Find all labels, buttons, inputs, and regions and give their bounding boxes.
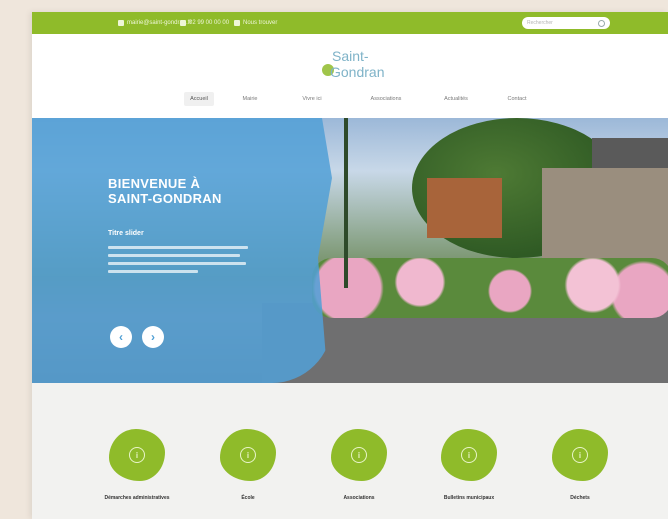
nav-item-contact[interactable]: Contact — [502, 92, 532, 106]
info-icon: i — [461, 447, 477, 463]
slide-text-line — [108, 246, 248, 249]
topbar-location-link[interactable]: Nous trouver — [234, 18, 277, 28]
slide-title: Titre slider — [108, 230, 144, 237]
hero-photo-house — [542, 168, 668, 268]
quick-access-section: i Démarches administratives i École i As… — [32, 383, 668, 519]
slider-prev-button[interactable]: ‹ — [110, 326, 132, 348]
hero-photo-flowers — [312, 258, 668, 318]
quick-access-badge: i — [220, 429, 276, 481]
mail-icon — [118, 20, 124, 26]
nav-item-accueil[interactable]: Accueil — [184, 92, 214, 106]
quick-access-demarches[interactable]: i Démarches administratives — [92, 429, 182, 502]
hero-title-line2: SAINT-GONDRAN — [108, 191, 222, 206]
topbar-phone-link[interactable]: 02 99 00 00 00 — [180, 18, 229, 28]
quick-access-label: Bulletins municipaux — [443, 495, 495, 501]
hero-photo-shed — [427, 178, 502, 238]
nav-item-mairie[interactable]: Mairie — [234, 92, 266, 106]
map-pin-icon — [234, 20, 240, 26]
topbar-location-label: Nous trouver — [243, 20, 278, 26]
logo-line1: Saint- — [332, 48, 369, 64]
topbar-phone-label: 02 99 00 00 00 — [189, 20, 230, 26]
quick-access-label: Démarches administratives — [104, 495, 170, 501]
quick-access-associations[interactable]: i Associations — [314, 429, 404, 502]
phone-icon — [180, 20, 186, 26]
hero-title: BIENVENUE À SAINT-GONDRAN — [108, 176, 308, 206]
info-icon: i — [240, 447, 256, 463]
quick-access-dechets[interactable]: i Déchets — [535, 429, 625, 502]
search-icon[interactable] — [598, 19, 605, 27]
slide-text-line — [108, 254, 240, 257]
logo-line2: Gondran — [330, 64, 385, 80]
info-icon: i — [572, 447, 588, 463]
quick-access-ecole[interactable]: i École — [203, 429, 293, 502]
hero-title-line1: BIENVENUE À — [108, 176, 201, 191]
quick-access-badge: i — [331, 429, 387, 481]
quick-access-badge: i — [552, 429, 608, 481]
search-input[interactable]: Rechercher — [522, 17, 610, 29]
main-nav: Accueil Mairie Vivre ici Associations Ac… — [32, 92, 668, 106]
site-logo[interactable]: Saint- Gondran — [322, 48, 402, 88]
slide-text — [108, 246, 248, 278]
chevron-left-icon: ‹ — [119, 330, 123, 344]
quick-access-label: École — [241, 495, 255, 501]
search-placeholder: Rechercher — [527, 20, 553, 26]
browser-frame: mairie@saint-gondran.fr 02 99 00 00 00 N… — [32, 12, 668, 519]
quick-access-label: Associations — [343, 495, 375, 501]
slide-text-line — [108, 270, 198, 273]
nav-item-associations[interactable]: Associations — [362, 92, 410, 106]
top-bar: mairie@saint-gondran.fr 02 99 00 00 00 N… — [32, 12, 668, 34]
hero-photo-pole — [344, 118, 348, 288]
quick-access-bulletins[interactable]: i Bulletins municipaux — [424, 429, 514, 502]
slide-text-line — [108, 262, 246, 265]
hero-slider: BIENVENUE À SAINT-GONDRAN Titre slider ‹… — [32, 118, 668, 383]
info-icon: i — [129, 447, 145, 463]
quick-access-badge: i — [109, 429, 165, 481]
chevron-right-icon: › — [151, 330, 155, 344]
info-icon: i — [351, 447, 367, 463]
slider-next-button[interactable]: › — [142, 326, 164, 348]
quick-access-label: Déchets — [570, 495, 590, 501]
nav-item-actualites[interactable]: Actualités — [434, 92, 478, 106]
nav-item-vivre-ici[interactable]: Vivre ici — [290, 92, 334, 106]
quick-access-badge: i — [441, 429, 497, 481]
